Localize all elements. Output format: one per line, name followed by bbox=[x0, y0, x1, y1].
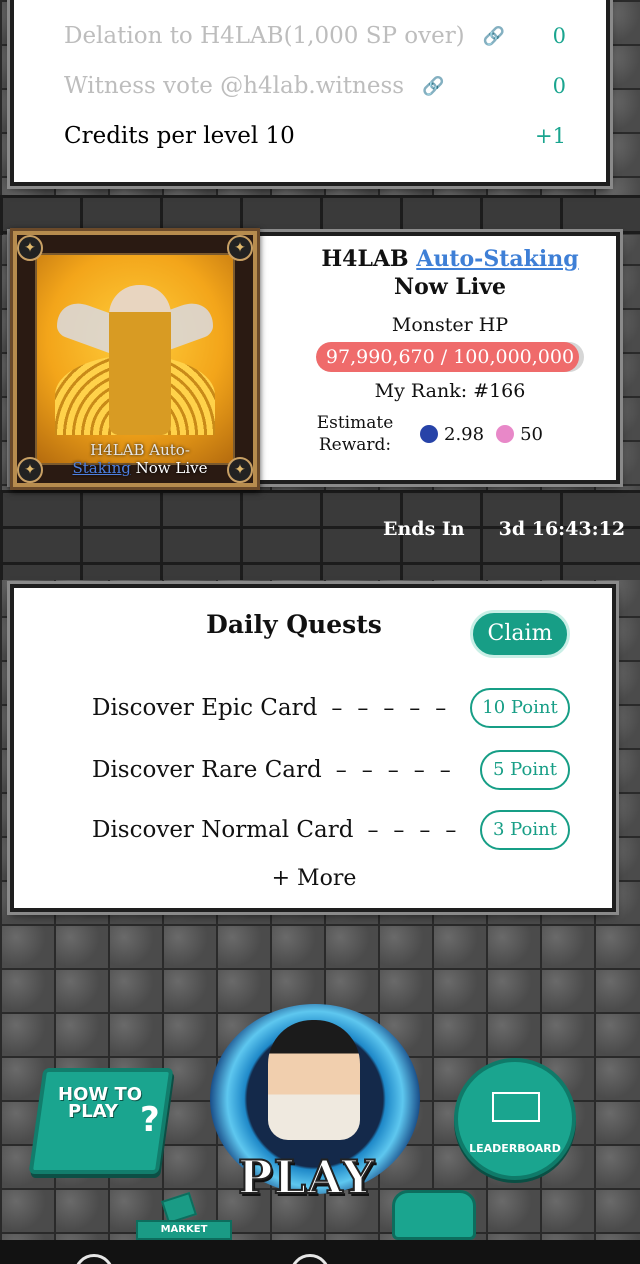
credits-panel: Delation to H4LAB(1,000 SP over) 🔗 0 Wit… bbox=[10, 0, 610, 186]
more-quests-link[interactable]: + More bbox=[14, 866, 614, 891]
steem-coin-icon bbox=[420, 425, 438, 443]
auto-staking-card-art[interactable]: ✦ ✦ ✦ ✦ H4LAB Auto- Staking Now Live bbox=[10, 228, 260, 490]
quest-dashes: – – – – – bbox=[331, 695, 451, 721]
credit-value: +1 bbox=[535, 124, 566, 148]
card-caption-link[interactable]: Staking bbox=[72, 459, 130, 477]
link-icon[interactable]: 🔗 bbox=[483, 26, 505, 47]
nav-back-icon[interactable] bbox=[74, 1254, 114, 1264]
play-label: PLAY bbox=[237, 1149, 376, 1205]
auto-staking-link[interactable]: Auto-Staking bbox=[416, 246, 578, 272]
reward-values: 2.98 50 bbox=[420, 424, 543, 445]
reward-label-line2: Reward: bbox=[318, 435, 392, 455]
daily-quests-panel: Daily Quests Claim Discover Epic Card – … bbox=[10, 584, 616, 912]
estimate-reward-row: Estimate Reward: 2.98 50 bbox=[300, 412, 600, 456]
how-to-label-line2: PLAY bbox=[68, 1101, 118, 1122]
card-caption: H4LAB Auto- Staking Now Live bbox=[53, 441, 227, 477]
reward-steem-value: 2.98 bbox=[444, 423, 485, 445]
credit-value: 0 bbox=[552, 74, 566, 98]
podium-icon bbox=[492, 1092, 540, 1122]
credit-label: Delation to H4LAB(1,000 SP over) bbox=[64, 23, 465, 49]
bag-button[interactable] bbox=[392, 1190, 476, 1240]
question-mark-icon: ? bbox=[140, 1100, 160, 1140]
ends-in-label: Ends In bbox=[383, 518, 465, 540]
quest-label: Discover Epic Card bbox=[92, 695, 318, 721]
card-illustration bbox=[35, 253, 235, 465]
quest-points-badge[interactable]: 3 Point bbox=[480, 810, 570, 850]
corner-ornament-icon: ✦ bbox=[17, 235, 43, 261]
quest-row-normal: Discover Normal Card – – – – bbox=[92, 810, 460, 850]
nav-home-icon[interactable] bbox=[290, 1254, 330, 1264]
quest-label: Discover Rare Card bbox=[92, 757, 322, 783]
corner-ornament-icon: ✦ bbox=[17, 457, 43, 483]
character-figure bbox=[109, 285, 171, 435]
staking-subtitle: Now Live bbox=[394, 274, 506, 300]
link-icon[interactable]: 🔗 bbox=[422, 76, 444, 97]
card-caption-line1: H4LAB Auto- bbox=[90, 441, 190, 459]
reward-label-line1: Estimate bbox=[316, 413, 394, 433]
wing-left bbox=[57, 294, 117, 356]
quest-dashes: – – – – bbox=[367, 817, 461, 843]
auto-staking-info: H4LAB Auto-Staking Now Live Monster HP 9… bbox=[300, 246, 600, 456]
claim-button[interactable]: Claim bbox=[470, 610, 570, 658]
credit-label: Credits per level 10 bbox=[64, 123, 295, 149]
credit-row-delegation[interactable]: Delation to H4LAB(1,000 SP over) 🔗 0 bbox=[64, 16, 566, 56]
quest-points-badge[interactable]: 5 Point bbox=[480, 750, 570, 790]
market-button[interactable]: MARKET bbox=[136, 1220, 232, 1240]
credit-label: Witness vote @h4lab.witness bbox=[64, 73, 405, 99]
monster-hp-bar: 97,990,670 / 100,000,000 bbox=[316, 342, 584, 372]
corner-ornament-icon: ✦ bbox=[227, 457, 253, 483]
play-character bbox=[268, 1020, 360, 1140]
estimate-reward-label: Estimate Reward: bbox=[300, 412, 410, 456]
monster-hp-text: 97,990,670 / 100,000,000 bbox=[325, 346, 575, 368]
quest-row-rare: Discover Rare Card – – – – – bbox=[92, 750, 455, 790]
monster-hp-label: Monster HP bbox=[391, 314, 509, 336]
credit-value: 0 bbox=[552, 24, 566, 48]
quest-row-epic: Discover Epic Card – – – – – bbox=[92, 688, 450, 728]
credit-row-level: Credits per level 10 +1 bbox=[64, 116, 566, 156]
staking-title-prefix: H4LAB bbox=[321, 246, 417, 272]
system-nav-bar bbox=[0, 1240, 640, 1264]
points-icon bbox=[496, 425, 515, 443]
ends-in-row: Ends In 3d 16:43:12 bbox=[383, 518, 625, 540]
quest-points-badge[interactable]: 10 Point bbox=[470, 688, 570, 728]
my-rank: My Rank: #166 bbox=[374, 380, 526, 402]
card-caption-rest: Now Live bbox=[130, 459, 208, 477]
reward-points-value: 50 bbox=[520, 423, 543, 445]
leaderboard-label: LEADERBOARD bbox=[469, 1142, 561, 1155]
quest-dashes: – – – – – bbox=[335, 757, 455, 783]
ends-in-countdown: 3d 16:43:12 bbox=[498, 518, 626, 540]
quest-label: Discover Normal Card bbox=[92, 817, 354, 843]
corner-ornament-icon: ✦ bbox=[227, 235, 253, 261]
how-to-play-label: HOW TO PLAY bbox=[58, 1086, 142, 1122]
staking-title: H4LAB Auto-Staking bbox=[300, 246, 600, 272]
credit-row-witness[interactable]: Witness vote @h4lab.witness 🔗 0 bbox=[64, 66, 566, 106]
